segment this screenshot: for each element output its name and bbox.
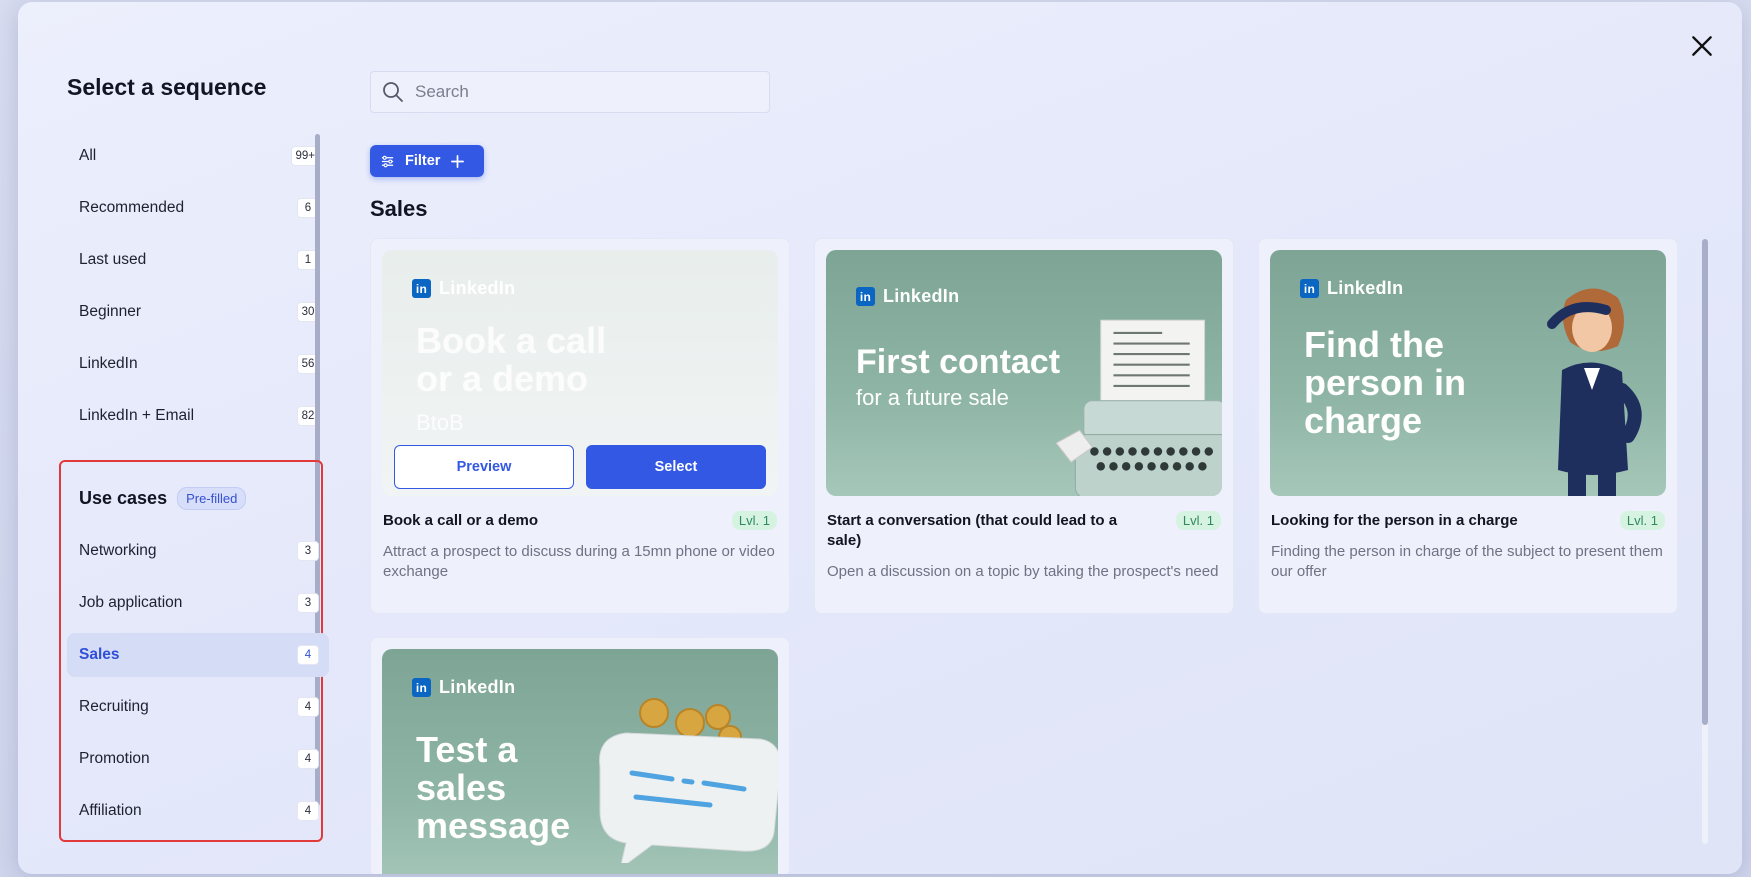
image-headline: Test a bbox=[416, 729, 518, 770]
linkedin-icon: in bbox=[412, 678, 431, 697]
sidebar-item-label: Networking bbox=[79, 542, 157, 559]
sidebar-item-label: LinkedIn + Email bbox=[79, 407, 195, 424]
modal-title: Select a sequence bbox=[67, 74, 267, 100]
level-badge: Lvl. 1 bbox=[1175, 511, 1221, 530]
image-headline: charge bbox=[1304, 400, 1423, 441]
card-actions: Preview Select bbox=[394, 445, 766, 489]
use-cases-list: Networking 3 Job application 3 Sales 4 R… bbox=[67, 529, 329, 841]
image-subline: BtoB bbox=[416, 410, 464, 435]
brand-label: LinkedIn bbox=[439, 677, 516, 697]
linkedin-icon: in bbox=[856, 287, 875, 306]
sidebar-item-beginner[interactable]: Beginner 30 bbox=[67, 290, 329, 334]
card-image: in LinkedIn Test a sales message bbox=[382, 649, 778, 874]
section-title: Sales bbox=[370, 196, 428, 221]
sidebar-item-job-application[interactable]: Job application 3 bbox=[67, 581, 329, 625]
linkedin-brand: in LinkedIn bbox=[412, 278, 515, 299]
image-headline: or a demo bbox=[416, 358, 589, 399]
count-badge: 3 bbox=[297, 593, 319, 613]
filter-sliders-icon bbox=[381, 155, 394, 167]
sidebar-item-last-used[interactable]: Last used 1 bbox=[67, 238, 329, 282]
close-button[interactable] bbox=[1686, 30, 1718, 62]
card-title: Book a call or a demo bbox=[383, 512, 539, 529]
pre-filled-badge: Pre-filled bbox=[177, 487, 247, 510]
use-cases-title: Use cases bbox=[79, 488, 168, 508]
brand-label: LinkedIn bbox=[883, 286, 960, 306]
plus-icon bbox=[451, 154, 465, 168]
image-headline: Book a call bbox=[416, 320, 607, 361]
sidebar-item-label: Affiliation bbox=[79, 802, 142, 819]
image-headline: Find the bbox=[1304, 324, 1444, 365]
count-badge: 3 bbox=[297, 541, 319, 561]
sequence-card[interactable]: in LinkedIn Test a sales message bbox=[370, 637, 790, 874]
sidebar-item-label: Recruiting bbox=[79, 698, 149, 715]
search-icon bbox=[383, 82, 403, 102]
brand-label: LinkedIn bbox=[1327, 278, 1404, 298]
sidebar-item-label: LinkedIn bbox=[79, 355, 138, 372]
sequence-card[interactable]: in LinkedIn First contact for a future s… bbox=[814, 238, 1234, 614]
sidebar-item-promotion[interactable]: Promotion 4 bbox=[67, 737, 329, 781]
sidebar-item-label: All bbox=[79, 147, 97, 164]
sidebar-item-recruiting[interactable]: Recruiting 4 bbox=[67, 685, 329, 729]
select-sequence-modal: Select a sequence All 99+ Recommended 6 … bbox=[18, 2, 1742, 874]
preview-button[interactable]: Preview bbox=[394, 445, 574, 489]
category-sidebar: All 99+ Recommended 6 Last used 1 Beginn… bbox=[67, 134, 329, 446]
sidebar-item-recommended[interactable]: Recommended 6 bbox=[67, 186, 329, 230]
sidebar-item-linkedin-email[interactable]: LinkedIn + Email 82 bbox=[67, 394, 329, 438]
card-description: Open a discussion on a topic by taking t… bbox=[827, 563, 1219, 580]
close-icon bbox=[1692, 36, 1712, 56]
level-badge: Lvl. 1 bbox=[1619, 511, 1665, 530]
use-cases-header: Use cases Pre-filled bbox=[79, 487, 247, 510]
linkedin-brand: in LinkedIn bbox=[856, 286, 959, 307]
sidebar-item-label: Sales bbox=[79, 646, 120, 663]
sequence-card[interactable]: in LinkedIn Find the person in charge Lo… bbox=[1258, 238, 1678, 614]
linkedin-icon: in bbox=[1300, 279, 1319, 298]
select-button[interactable]: Select bbox=[586, 445, 766, 489]
linkedin-icon: in bbox=[412, 279, 431, 298]
linkedin-brand: in LinkedIn bbox=[412, 677, 515, 698]
sidebar-item-label: Promotion bbox=[79, 750, 150, 767]
sidebar-item-linkedin[interactable]: LinkedIn 56 bbox=[67, 342, 329, 386]
image-headline: person in bbox=[1304, 362, 1467, 403]
count-badge: 4 bbox=[297, 749, 319, 769]
card-description: Finding the person in charge of the subj… bbox=[1271, 543, 1663, 580]
image-headline: First contact bbox=[856, 343, 1061, 381]
filter-label: Filter bbox=[405, 153, 441, 169]
sequence-card[interactable]: in LinkedIn Book a call or a demo BtoB P… bbox=[370, 238, 790, 614]
linkedin-brand: in LinkedIn bbox=[1300, 278, 1403, 299]
sidebar-item-affiliation[interactable]: Affiliation 4 bbox=[67, 789, 329, 833]
brand-label: LinkedIn bbox=[439, 278, 516, 298]
card-image: in LinkedIn Book a call or a demo BtoB P… bbox=[382, 250, 778, 496]
card-image: in LinkedIn Find the person in charge bbox=[1270, 250, 1666, 496]
count-badge: 4 bbox=[297, 645, 319, 665]
count-badge: 4 bbox=[297, 697, 319, 717]
image-headline: sales bbox=[416, 767, 507, 808]
card-title: Looking for the person in a charge bbox=[1271, 512, 1518, 529]
main-scrollbar-thumb[interactable] bbox=[1702, 239, 1708, 725]
sidebar-item-all[interactable]: All 99+ bbox=[67, 134, 329, 178]
chat-bubble-coins-illustration bbox=[599, 698, 778, 863]
sidebar-item-networking[interactable]: Networking 3 bbox=[67, 529, 329, 573]
card-title: Start a conversation (that could lead to… bbox=[827, 512, 1118, 549]
search-box[interactable] bbox=[370, 71, 770, 113]
card-image: in LinkedIn First contact for a future s… bbox=[826, 250, 1222, 496]
sidebar-item-label: Last used bbox=[79, 251, 147, 268]
count-badge: 4 bbox=[297, 801, 319, 821]
sidebar-item-label: Job application bbox=[79, 594, 183, 611]
image-headline: message bbox=[416, 805, 571, 846]
level-badge: Lvl. 1 bbox=[731, 511, 777, 530]
filter-button[interactable]: Filter bbox=[370, 145, 484, 177]
sidebar-item-label: Recommended bbox=[79, 199, 185, 216]
person-illustration bbox=[1547, 288, 1642, 496]
sidebar-item-sales[interactable]: Sales 4 bbox=[67, 633, 329, 677]
card-description: Attract a prospect to discuss during a 1… bbox=[383, 543, 775, 580]
image-subline: for a future sale bbox=[856, 385, 1009, 410]
typewriter-illustration bbox=[1056, 319, 1222, 496]
sidebar-item-label: Beginner bbox=[79, 303, 142, 320]
search-input[interactable] bbox=[415, 82, 755, 102]
